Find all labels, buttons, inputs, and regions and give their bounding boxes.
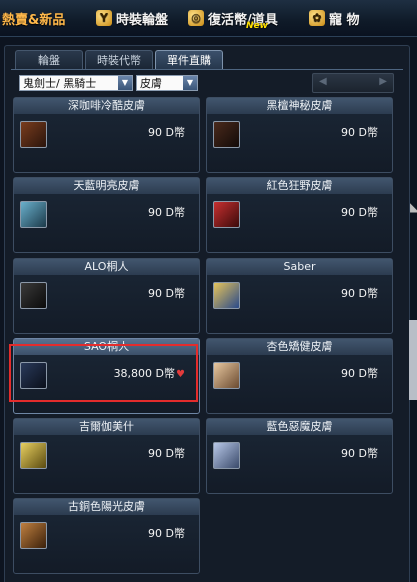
class-select[interactable]: 鬼劍士/ 黑騎士 ▼ <box>19 75 133 91</box>
item-title: 古銅色陽光皮膚 <box>14 499 199 515</box>
item-title: 吉爾伽美什 <box>14 419 199 435</box>
top-menu-bar: 熱賣&新品 Y 時裝輪盤 ◎ 復活幣/道具 New ✿ 寵 物 <box>0 0 417 37</box>
item-thumbnail <box>20 362 47 389</box>
item-price: 90 D幣 <box>148 287 185 300</box>
item-price: 90 D幣 <box>341 447 378 460</box>
tab-single-purchase[interactable]: 單件直購 <box>155 50 223 70</box>
item-price: 90 D幣 <box>148 206 185 219</box>
prev-page-icon[interactable]: ◀ <box>319 76 327 87</box>
chevron-down-icon[interactable]: ▼ <box>183 76 197 90</box>
item-card[interactable]: Saber 90 D幣 <box>206 258 393 334</box>
item-title: ALO桐人 <box>14 259 199 275</box>
item-price-value: 38,800 D幣 <box>113 367 176 380</box>
item-card[interactable]: 藍色惡魔皮膚 90 D幣 <box>206 418 393 494</box>
item-price: 90 D幣 <box>341 287 378 300</box>
item-card[interactable]: 杏色矯健皮膚 90 D幣 <box>206 338 393 414</box>
tab-roulette[interactable]: 輪盤 <box>15 50 83 70</box>
paw-icon: ✿ <box>309 10 325 26</box>
item-card[interactable]: 深咖啡冷酷皮膚 90 D幣 <box>13 97 200 173</box>
menu-hot-new[interactable]: 熱賣&新品 <box>2 8 65 28</box>
category-select-value: 皮膚 <box>140 77 162 90</box>
item-price: 90 D幣 <box>341 126 378 139</box>
next-page-icon[interactable]: ▶ <box>379 76 387 87</box>
shop-tabs: 輪盤 時裝代幣 單件直購 <box>15 50 223 70</box>
tab-costume-token[interactable]: 時裝代幣 <box>85 50 153 70</box>
item-price: 90 D幣 <box>148 527 185 540</box>
background-window-edge <box>409 320 417 400</box>
item-price: 38,800 D幣♥ <box>114 365 185 381</box>
heart-icon: ♥ <box>176 369 185 380</box>
item-card[interactable]: 黑檀神秘皮膚 90 D幣 <box>206 97 393 173</box>
item-card[interactable]: ALO桐人 90 D幣 <box>13 258 200 334</box>
item-title: Saber <box>207 259 392 275</box>
item-thumbnail <box>213 442 240 469</box>
item-thumbnail <box>20 121 47 148</box>
menu-costume-roulette[interactable]: Y 時裝輪盤 <box>96 8 168 28</box>
menu-costume-roulette-label: 時裝輪盤 <box>116 12 169 28</box>
bookmark-icon: ◣ <box>410 200 417 214</box>
item-thumbnail <box>20 442 47 469</box>
item-price: 90 D幣 <box>341 367 378 380</box>
item-price: 90 D幣 <box>341 206 378 219</box>
item-thumbnail <box>213 201 240 228</box>
item-thumbnail <box>213 121 240 148</box>
item-card[interactable]: 吉爾伽美什 90 D幣 <box>13 418 200 494</box>
page-navigator: ◀ ▶ <box>312 73 394 93</box>
tab-underline <box>11 69 403 70</box>
class-select-value: 鬼劍士/ 黑騎士 <box>23 77 97 90</box>
item-title: 天藍明亮皮膚 <box>14 178 199 194</box>
item-title: 杏色矯健皮膚 <box>207 339 392 355</box>
chevron-down-icon[interactable]: ▼ <box>118 76 132 90</box>
trophy-icon: Y <box>96 10 112 26</box>
menu-pets-label: 寵 物 <box>329 12 360 28</box>
menu-pets[interactable]: ✿ 寵 物 <box>309 8 360 28</box>
item-price: 90 D幣 <box>148 126 185 139</box>
item-title: SAO桐人 <box>14 339 199 355</box>
item-thumbnail <box>213 282 240 309</box>
item-thumbnail <box>20 201 47 228</box>
item-card[interactable]: 紅色狂野皮膚 90 D幣 <box>206 177 393 253</box>
menu-hot-new-label: 熱賣&新品 <box>2 12 66 28</box>
item-card[interactable]: 古銅色陽光皮膚 90 D幣 <box>13 498 200 574</box>
item-thumbnail <box>20 282 47 309</box>
item-card[interactable]: 天藍明亮皮膚 90 D幣 <box>13 177 200 253</box>
item-thumbnail <box>20 522 47 549</box>
item-price: 90 D幣 <box>148 447 185 460</box>
item-title: 紅色狂野皮膚 <box>207 178 392 194</box>
new-badge: New <box>246 21 268 31</box>
coin-icon: ◎ <box>188 10 204 26</box>
category-select[interactable]: 皮膚 ▼ <box>136 75 198 91</box>
item-title: 深咖啡冷酷皮膚 <box>14 98 199 114</box>
item-title: 黑檀神秘皮膚 <box>207 98 392 114</box>
item-thumbnail <box>213 362 240 389</box>
item-title: 藍色惡魔皮膚 <box>207 419 392 435</box>
item-card-selected[interactable]: SAO桐人 38,800 D幣♥ <box>13 338 200 414</box>
